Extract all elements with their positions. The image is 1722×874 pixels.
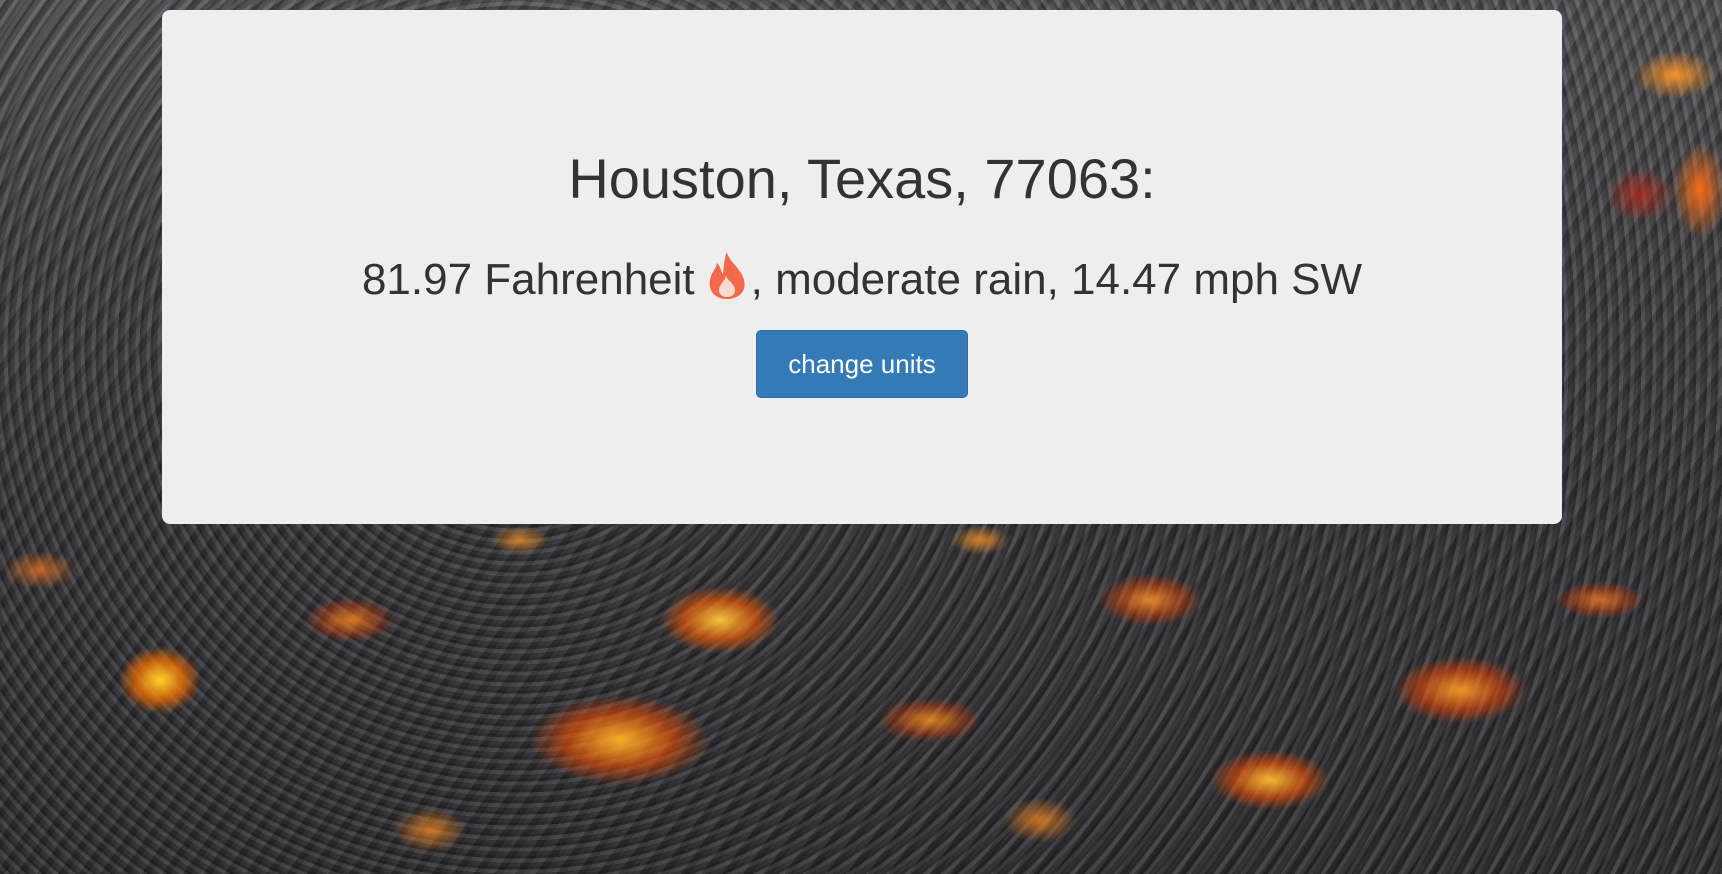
fire-icon <box>705 250 749 300</box>
weather-conditions: 81.97 Fahrenheit , moderate rain, 14.47 m… <box>162 250 1562 307</box>
temperature-value: 81.97 Fahrenheit <box>361 255 695 304</box>
conditions-text: , moderate rain, 14.47 mph SW <box>750 255 1363 304</box>
change-units-button[interactable]: change units <box>756 330 968 398</box>
weather-panel: Houston, Texas, 77063: 81.97 Fahrenheit,… <box>162 10 1562 524</box>
location-heading: Houston, Texas, 77063: <box>568 147 1156 210</box>
